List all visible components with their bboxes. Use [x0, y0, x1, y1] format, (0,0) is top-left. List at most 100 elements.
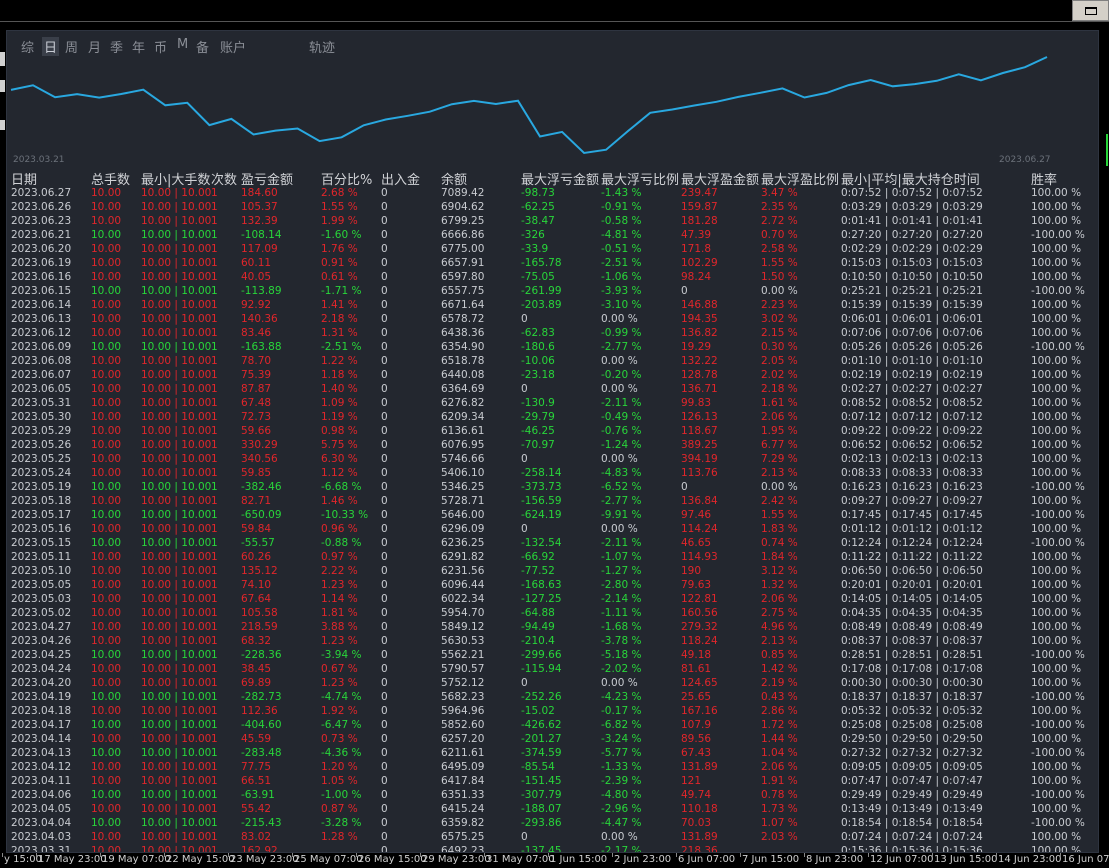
cell-minmax-lots: 10.00 | 10.00 — [141, 453, 212, 465]
cell-max-float-profit-pct: 0.85 % — [761, 649, 798, 661]
cell-hold-time: 0:09:27 | 0:09:27 | 0:09:27 — [841, 495, 983, 507]
cell-percent: 1.09 % — [321, 397, 358, 409]
cell-win-rate: 100.00 % — [1031, 621, 1082, 633]
table-row[interactable]: 2023.05.26 10.00 10.00 | 10.00 1 330.29 5.75 … — [7, 438, 1098, 452]
table-row[interactable]: 2023.06.21 10.00 10.00 | 10.00 1 -108.14 -1.6… — [7, 228, 1098, 242]
table-row[interactable]: 2023.05.24 10.00 10.00 | 10.00 1 59.85 1.12 %… — [7, 466, 1098, 480]
table-row[interactable]: 2023.04.14 10.00 10.00 | 10.00 1 45.59 0.73 %… — [7, 732, 1098, 746]
cell-minmax-lots: 10.00 | 10.00 — [141, 551, 212, 563]
table-row[interactable]: 2023.04.05 10.00 10.00 | 10.00 1 55.42 0.87 %… — [7, 802, 1098, 816]
cell-lots: 10.00 — [91, 411, 122, 423]
table-row[interactable]: 2023.05.03 10.00 10.00 | 10.00 1 67.64 1.14 %… — [7, 592, 1098, 606]
table-row[interactable]: 2023.04.04 10.00 10.00 | 10.00 1 -215.43 -3.2… — [7, 816, 1098, 830]
cell-percent: 1.23 % — [321, 677, 358, 689]
cell-balance: 5954.70 — [441, 607, 485, 619]
table-row[interactable]: 2023.06.19 10.00 10.00 | 10.00 1 60.11 0.91 %… — [7, 256, 1098, 270]
cell-max-float-loss: 0 — [521, 831, 528, 843]
table-row[interactable]: 2023.06.09 10.00 10.00 | 10.00 1 -163.88 -2.5… — [7, 340, 1098, 354]
cell-lots: 10.00 — [91, 327, 122, 339]
cell-max-float-profit-pct: 2.03 % — [761, 831, 798, 843]
cell-profit-loss: 330.29 — [241, 439, 278, 451]
table-row[interactable]: 2023.06.12 10.00 10.00 | 10.00 1 83.46 1.31 %… — [7, 326, 1098, 340]
table-row[interactable]: 2023.05.05 10.00 10.00 | 10.00 1 74.10 1.23 %… — [7, 578, 1098, 592]
table-row[interactable]: 2023.04.25 10.00 10.00 | 10.00 1 -228.36 -3.9… — [7, 648, 1098, 662]
table-row[interactable]: 2023.05.16 10.00 10.00 | 10.00 1 59.84 0.96 %… — [7, 522, 1098, 536]
table-row[interactable]: 2023.04.19 10.00 10.00 | 10.00 1 -282.73 -4.7… — [7, 690, 1098, 704]
table-row[interactable]: 2023.05.19 10.00 10.00 | 10.00 1 -382.46 -6.6… — [7, 480, 1098, 494]
table-row[interactable]: 2023.04.18 10.00 10.00 | 10.00 1 112.36 1.92 … — [7, 704, 1098, 718]
table-row[interactable]: 2023.04.26 10.00 10.00 | 10.00 1 68.32 1.23 %… — [7, 634, 1098, 648]
cell-max-float-profit-pct: 2.35 % — [761, 201, 798, 213]
cell-profit-loss: 67.64 — [241, 593, 272, 605]
cell-max-float-profit-pct: 2.23 % — [761, 299, 798, 311]
table-row[interactable]: 2023.05.17 10.00 10.00 | 10.00 1 -650.09 -10.… — [7, 508, 1098, 522]
cell-count: 1 — [211, 411, 218, 423]
table-row[interactable]: 2023.06.08 10.00 10.00 | 10.00 1 78.70 1.22 %… — [7, 354, 1098, 368]
table-row[interactable]: 2023.05.02 10.00 10.00 | 10.00 1 105.58 1.81 … — [7, 606, 1098, 620]
cell-max-float-loss-pct: -5.77 % — [601, 747, 642, 759]
cell-profit-loss: 218.59 — [241, 621, 278, 633]
cell-balance: 5346.25 — [441, 481, 485, 493]
cell-balance: 6257.20 — [441, 733, 485, 745]
cell-lots: 10.00 — [91, 299, 122, 311]
cell-deposit: 0 — [381, 341, 388, 353]
restore-window-button[interactable] — [1072, 0, 1109, 21]
cell-balance: 5964.96 — [441, 705, 485, 717]
cell-win-rate: 100.00 % — [1031, 313, 1082, 325]
table-row[interactable]: 2023.06.07 10.00 10.00 | 10.00 1 75.39 1.18 %… — [7, 368, 1098, 382]
cell-deposit: 0 — [381, 327, 388, 339]
table-row[interactable]: 2023.05.10 10.00 10.00 | 10.00 1 135.12 2.22 … — [7, 564, 1098, 578]
table-row[interactable]: 2023.03.31 10.00 10.00 | 10.00 1 162.92 0 6492… — [7, 844, 1098, 852]
cell-max-float-loss: -94.49 — [521, 621, 555, 633]
cell-max-float-profit-pct: 2.02 % — [761, 369, 798, 381]
table-row[interactable]: 2023.06.05 10.00 10.00 | 10.00 1 87.87 1.40 %… — [7, 382, 1098, 396]
table-row[interactable]: 2023.06.20 10.00 10.00 | 10.00 1 117.09 1.76 … — [7, 242, 1098, 256]
table-row[interactable]: 2023.06.13 10.00 10.00 | 10.00 1 140.36 2.18 … — [7, 312, 1098, 326]
table-row[interactable]: 2023.04.03 10.00 10.00 | 10.00 1 83.02 1.28 %… — [7, 830, 1098, 844]
cell-date: 2023.04.03 — [11, 831, 72, 843]
cell-win-rate: 100.00 % — [1031, 201, 1082, 213]
table-row[interactable]: 2023.06.23 10.00 10.00 | 10.00 1 132.39 1.99 … — [7, 214, 1098, 228]
table-row[interactable]: 2023.05.15 10.00 10.00 | 10.00 1 -55.57 -0.88… — [7, 536, 1098, 550]
table-row[interactable]: 2023.05.11 10.00 10.00 | 10.00 1 60.26 0.97 %… — [7, 550, 1098, 564]
cell-deposit: 0 — [381, 691, 388, 703]
cell-lots: 10.00 — [91, 593, 122, 605]
cell-max-float-profit-pct: 2.06 % — [761, 411, 798, 423]
table-row[interactable]: 2023.04.12 10.00 10.00 | 10.00 1 77.75 1.20 %… — [7, 760, 1098, 774]
table-row[interactable]: 2023.06.15 10.00 10.00 | 10.00 1 -113.89 -1.7… — [7, 284, 1098, 298]
table-row[interactable]: 2023.04.20 10.00 10.00 | 10.00 1 69.89 1.23 %… — [7, 676, 1098, 690]
table-row[interactable]: 2023.04.24 10.00 10.00 | 10.00 1 38.45 0.67 %… — [7, 662, 1098, 676]
table-row[interactable]: 2023.06.14 10.00 10.00 | 10.00 1 92.92 1.41 %… — [7, 298, 1098, 312]
table-row[interactable]: 2023.05.31 10.00 10.00 | 10.00 1 67.48 1.09 %… — [7, 396, 1098, 410]
cell-percent: 0.91 % — [321, 257, 358, 269]
cell-max-float-loss-pct: -3.24 % — [601, 733, 642, 745]
cell-max-float-profit: 160.56 — [681, 607, 718, 619]
cell-date: 2023.05.16 — [11, 523, 72, 535]
cell-date: 2023.05.30 — [11, 411, 72, 423]
cell-max-float-loss-pct: -2.39 % — [601, 775, 642, 787]
table-row[interactable]: 2023.05.29 10.00 10.00 | 10.00 1 59.66 0.98 %… — [7, 424, 1098, 438]
cell-balance: 6518.78 — [441, 355, 485, 367]
cell-balance: 6671.64 — [441, 299, 485, 311]
table-row[interactable]: 2023.05.25 10.00 10.00 | 10.00 1 340.56 6.30 … — [7, 452, 1098, 466]
cell-balance: 5406.10 — [441, 467, 485, 479]
table-row[interactable]: 2023.05.18 10.00 10.00 | 10.00 1 82.71 1.46 %… — [7, 494, 1098, 508]
cell-lots: 10.00 — [91, 565, 122, 577]
cell-max-float-profit-pct: 0.30 % — [761, 341, 798, 353]
table-row[interactable]: 2023.05.30 10.00 10.00 | 10.00 1 72.73 1.19 %… — [7, 410, 1098, 424]
table-row[interactable]: 2023.06.26 10.00 10.00 | 10.00 1 105.37 1.55 … — [7, 200, 1098, 214]
table-row[interactable]: 2023.06.27 10.00 10.00 | 10.00 1 184.60 2.68 … — [7, 186, 1098, 200]
table-row[interactable]: 2023.04.06 10.00 10.00 | 10.00 1 -63.91 -1.00… — [7, 788, 1098, 802]
cell-date: 2023.04.17 — [11, 719, 72, 731]
cell-minmax-lots: 10.00 | 10.00 — [141, 663, 212, 675]
cell-count: 1 — [211, 327, 218, 339]
cell-minmax-lots: 10.00 | 10.00 — [141, 383, 212, 395]
table-row[interactable]: 2023.04.27 10.00 10.00 | 10.00 1 218.59 3.88 … — [7, 620, 1098, 634]
table-row[interactable]: 2023.04.13 10.00 10.00 | 10.00 1 -283.48 -4.3… — [7, 746, 1098, 760]
table-row[interactable]: 2023.04.11 10.00 10.00 | 10.00 1 66.51 1.05 %… — [7, 774, 1098, 788]
cell-hold-time: 0:07:24 | 0:07:24 | 0:07:24 — [841, 831, 983, 843]
cell-percent: 0.67 % — [321, 663, 358, 675]
table-row[interactable]: 2023.06.16 10.00 10.00 | 10.00 1 40.05 0.61 %… — [7, 270, 1098, 284]
table-row[interactable]: 2023.04.17 10.00 10.00 | 10.00 1 -404.60 -6.4… — [7, 718, 1098, 732]
tab-7[interactable]: M — [177, 37, 188, 52]
